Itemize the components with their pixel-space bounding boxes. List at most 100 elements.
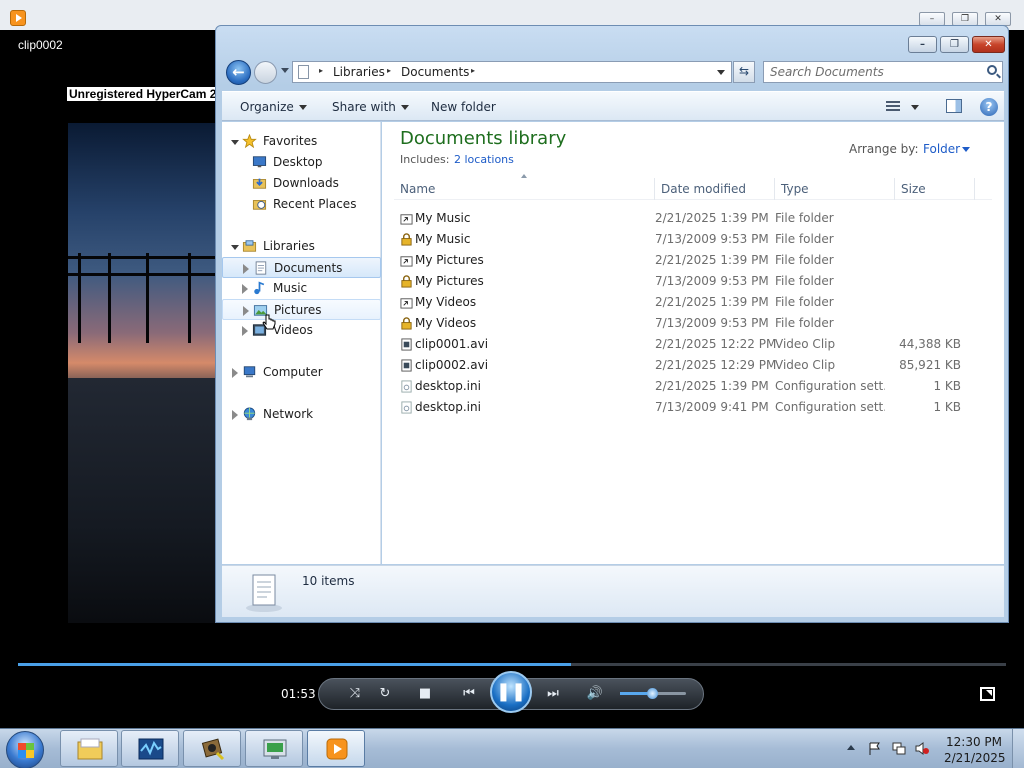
taskbar-performance-monitor[interactable] (121, 730, 179, 767)
file-row[interactable]: My Videos 7/13/2009 9:53 PM File folder (394, 313, 992, 334)
shuffle-button[interactable]: ⤨ (345, 687, 365, 701)
file-row[interactable]: clip0002.avi 2/21/2025 12:29 PM Video Cl… (394, 355, 992, 376)
network-tray-icon[interactable] (892, 742, 906, 755)
nav-item-computer[interactable]: Computer (222, 362, 381, 383)
mute-button[interactable]: 🔊 (585, 687, 605, 701)
file-size: 44,388 KB (899, 337, 961, 351)
history-dropdown-icon[interactable] (281, 68, 289, 73)
file-type: File folder (775, 211, 834, 225)
organize-menu[interactable]: Organize (240, 100, 307, 114)
library-locations-link[interactable]: 2 locations (454, 153, 514, 166)
chevron-down-icon[interactable] (962, 147, 970, 152)
collapsed-arrow-icon[interactable] (242, 284, 248, 294)
address-bar[interactable]: ▸ Libraries ▸ Documents ▸ (292, 61, 732, 83)
media-player-maximize-button[interactable]: ❐ (952, 12, 978, 26)
command-bar: Organize Share with New folder ? (222, 91, 1004, 121)
column-header-size[interactable]: Size (895, 178, 975, 200)
file-row[interactable]: My Music 2/21/2025 1:39 PM File folder (394, 208, 992, 229)
tray-overflow-icon[interactable] (847, 745, 855, 750)
previous-button[interactable]: ⏮ (459, 687, 479, 701)
clock-time[interactable]: 12:30 PM (944, 735, 1004, 749)
new-folder-button[interactable]: New folder (431, 100, 496, 114)
forward-button[interactable] (254, 61, 277, 84)
volume-muted-icon[interactable] (915, 742, 929, 755)
arrange-by-dropdown[interactable]: Folder (923, 142, 960, 156)
breadcrumb-separator[interactable]: ▸ (387, 66, 391, 75)
nav-item-recent-places[interactable]: Recent Places (222, 194, 381, 215)
file-date: 7/13/2009 9:53 PM (655, 232, 769, 246)
search-icon-wrap[interactable] (987, 65, 997, 75)
nav-label: Libraries (263, 239, 315, 253)
collapsed-arrow-icon[interactable] (232, 368, 238, 378)
file-name: desktop.ini (415, 379, 481, 393)
nav-item-favorites[interactable]: Favorites (222, 131, 381, 152)
collapsed-arrow-icon[interactable] (243, 264, 249, 274)
next-button[interactable]: ⏭ (543, 687, 563, 701)
file-row[interactable]: My Music 7/13/2009 9:53 PM File folder (394, 229, 992, 250)
nav-item-libraries[interactable]: Libraries (222, 236, 381, 257)
repeat-button[interactable]: ↻ (375, 687, 395, 701)
search-input[interactable]: Search Documents (763, 61, 1003, 83)
start-button[interactable] (6, 731, 44, 768)
explorer-maximize-button[interactable]: ❐ (940, 36, 969, 53)
bridge-post (78, 253, 81, 343)
column-header-name[interactable]: Name (394, 178, 655, 200)
views-dropdown-icon[interactable] (911, 105, 919, 110)
file-row[interactable]: desktop.ini 7/13/2009 9:41 PM Configurat… (394, 397, 992, 418)
nav-item-desktop[interactable]: Desktop (222, 152, 381, 173)
bridge-rail (68, 273, 218, 276)
volume-knob[interactable] (647, 688, 658, 699)
taskbar-hypercam[interactable] (183, 730, 241, 767)
explorer-minimize-button[interactable]: – (908, 36, 937, 53)
media-player-minimize-button[interactable]: – (919, 12, 945, 26)
file-row[interactable]: My Pictures 2/21/2025 1:39 PM File folde… (394, 250, 992, 271)
back-button[interactable]: ← (226, 60, 251, 85)
taskbar-media-player[interactable] (307, 730, 365, 767)
nav-item-music[interactable]: Music (222, 278, 381, 299)
seek-bar[interactable] (18, 663, 1006, 666)
help-button[interactable]: ? (980, 98, 998, 116)
explorer-window: – ❐ ✕ ← ▸ Libraries ▸ Documents ▸ ⇆ Sear… (215, 25, 1009, 623)
stop-button[interactable]: ■ (415, 687, 435, 701)
clock-date[interactable]: 2/21/2025 (944, 751, 1006, 765)
breadcrumb-separator[interactable]: ▸ (319, 66, 323, 75)
taskbar-file-explorer[interactable] (60, 730, 118, 767)
taskbar-network-tool[interactable] (245, 730, 303, 767)
video-frame[interactable] (68, 123, 218, 623)
file-row[interactable]: My Pictures 7/13/2009 9:53 PM File folde… (394, 271, 992, 292)
breadcrumb-separator[interactable]: ▸ (471, 66, 475, 75)
fullscreen-icon[interactable] (980, 687, 995, 701)
music-icon (254, 281, 265, 295)
nav-item-documents[interactable]: Documents (222, 257, 381, 278)
nav-item-videos[interactable]: Videos (222, 320, 381, 341)
breadcrumb-libraries[interactable]: Libraries (333, 65, 385, 79)
breadcrumb-documents[interactable]: Documents (401, 65, 469, 79)
refresh-button[interactable]: ⇆ (733, 61, 755, 83)
chevron-down-icon (400, 105, 409, 110)
file-name: My Music (415, 211, 471, 225)
address-dropdown-icon[interactable] (717, 70, 725, 75)
collapsed-arrow-icon[interactable] (243, 306, 249, 316)
play-pause-button[interactable]: ❚❚ (490, 671, 532, 713)
file-size: 1 KB (933, 400, 961, 414)
column-header-date-modified[interactable]: Date modified (655, 178, 775, 200)
preview-pane-icon[interactable] (946, 99, 962, 113)
media-player-close-button[interactable]: ✕ (985, 12, 1011, 26)
nav-item-downloads[interactable]: Downloads (222, 173, 381, 194)
explorer-close-button[interactable]: ✕ (972, 36, 1005, 53)
collapsed-arrow-icon[interactable] (242, 326, 248, 336)
file-row[interactable]: My Videos 2/21/2025 1:39 PM File folder (394, 292, 992, 313)
share-with-menu[interactable]: Share with (332, 100, 409, 114)
nav-item-network[interactable]: Network (222, 404, 381, 425)
nav-item-pictures[interactable]: Pictures (222, 299, 381, 320)
file-row[interactable]: desktop.ini 2/21/2025 1:39 PM Configurat… (394, 376, 992, 397)
file-row[interactable]: clip0001.avi 2/21/2025 12:22 PM Video Cl… (394, 334, 992, 355)
column-header-type[interactable]: Type (775, 178, 895, 200)
action-center-flag-icon[interactable] (868, 742, 882, 755)
expanded-arrow-icon[interactable] (231, 245, 239, 250)
expanded-arrow-icon[interactable] (231, 140, 239, 145)
views-icon[interactable] (886, 101, 900, 112)
collapsed-arrow-icon[interactable] (232, 410, 238, 420)
file-name: My Videos (415, 316, 477, 330)
show-desktop-button[interactable] (1012, 729, 1024, 768)
